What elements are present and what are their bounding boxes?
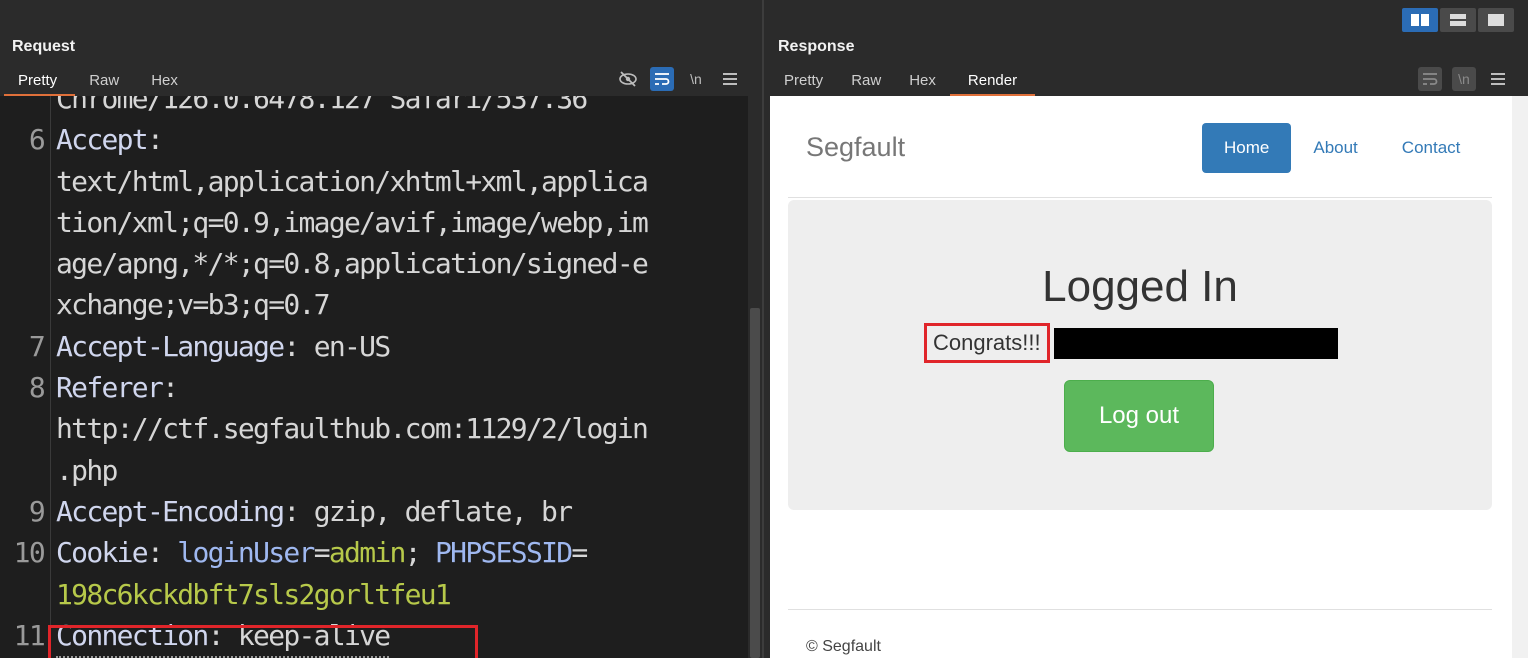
code-line: text/html,application/xhtml+xml,applica — [56, 164, 649, 198]
request-code: Chrome/126.0.6478.127 Safari/537.36 6 Acc… — [0, 96, 748, 658]
logout-button[interactable]: Log out — [1064, 380, 1214, 452]
footer-divider — [788, 609, 1492, 610]
split-horizontal-icon[interactable] — [1402, 8, 1438, 32]
request-scrollbar-thumb[interactable] — [750, 308, 760, 658]
response-pane: Response Pretty Raw Hex Render \n Segfau… — [764, 0, 1528, 658]
hamburger-menu-icon[interactable] — [1486, 67, 1510, 91]
site-brand[interactable]: Segfault — [806, 132, 905, 163]
request-toolbar: \n — [616, 66, 742, 92]
request-tab-hex[interactable]: Hex — [137, 66, 196, 96]
code-line: 8 Referer: — [28, 371, 179, 405]
render-scrollbar[interactable] — [1512, 96, 1528, 658]
cookie-name-phpsessid: PHPSESSID — [419, 536, 573, 570]
word-wrap-icon[interactable] — [1418, 67, 1442, 91]
nav-home[interactable]: Home — [1202, 123, 1292, 173]
cookie-value-admin: admin — [328, 536, 406, 570]
jumbotron: Logged In Congrats!!! Log out — [788, 200, 1492, 510]
newline-toggle[interactable]: \n — [1452, 67, 1476, 91]
congrats-text: Congrats!!! — [924, 323, 1050, 363]
response-tab-hex[interactable]: Hex — [895, 66, 950, 96]
request-title: Request — [12, 38, 76, 55]
code-line: 6 Accept: — [28, 123, 164, 157]
code-line: 7 Accept-Language: en-US — [28, 329, 391, 363]
response-tab-raw[interactable]: Raw — [837, 66, 895, 96]
cookie-name-loginuser: loginUser — [177, 536, 315, 570]
redacted-flag — [1053, 327, 1338, 359]
code-line: tion/xml;q=0.9,image/avif,image/webp,im — [56, 205, 649, 239]
request-tabs: Pretty Raw Hex — [4, 66, 196, 96]
site-footer: © Segfault — [806, 638, 881, 655]
nav-about[interactable]: About — [1291, 123, 1379, 173]
cookie-line: 10 Cookie: loginUser=admin; PHPSESSID= — [13, 536, 589, 570]
cookie-highlight-box — [48, 625, 478, 658]
single-pane-icon[interactable] — [1478, 8, 1514, 32]
cookie-value-phpsessid: 198c6kckdbft7sls2gorltfeu1 — [56, 577, 452, 611]
response-tabs: Pretty Raw Hex Render — [770, 66, 1036, 96]
layout-switcher — [1402, 8, 1514, 32]
response-tab-pretty[interactable]: Pretty — [770, 66, 837, 96]
code-line: 9 Accept-Encoding: gzip, deflate, br — [28, 494, 573, 528]
rendered-page: Segfault Home About Contact Logged In Co… — [770, 96, 1512, 658]
request-tab-raw[interactable]: Raw — [75, 66, 137, 96]
code-line: http://ctf.segfaulthub.com:1129/2/login — [56, 412, 649, 446]
request-editor[interactable]: Chrome/126.0.6478.127 Safari/537.36 6 Acc… — [0, 96, 748, 658]
header-divider — [788, 197, 1492, 198]
response-title: Response — [778, 38, 855, 55]
code-line: xchange;v=b3;q=0.7 — [56, 288, 331, 322]
page-heading: Logged In — [1042, 262, 1238, 311]
request-tab-pretty[interactable]: Pretty — [4, 66, 76, 96]
response-toolbar: \n — [1418, 66, 1510, 92]
code-line: 198c6kckdbft7sls2gorltfeu1 — [0, 574, 748, 615]
code-line: age/apng,*/*;q=0.8,application/signed-e — [56, 247, 649, 281]
request-pane: Request Pretty Raw Hex \n Chrome/126.0.6… — [0, 0, 762, 658]
word-wrap-icon[interactable] — [650, 67, 674, 91]
eye-slash-icon[interactable] — [616, 67, 640, 91]
hamburger-menu-icon[interactable] — [718, 67, 742, 91]
code-line: .php — [56, 453, 118, 487]
nav-contact[interactable]: Contact — [1380, 123, 1483, 173]
code-line: Chrome/126.0.6478.127 Safari/537.36 — [56, 96, 588, 115]
split-vertical-icon[interactable] — [1440, 8, 1476, 32]
newline-toggle[interactable]: \n — [684, 67, 708, 91]
response-tab-render[interactable]: Render — [949, 66, 1036, 96]
site-nav: Home About Contact — [1202, 123, 1482, 173]
congrats-row: Congrats!!! — [924, 318, 1338, 368]
